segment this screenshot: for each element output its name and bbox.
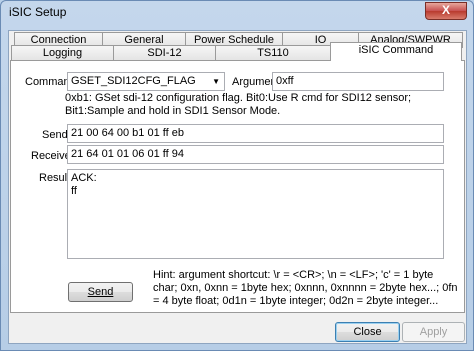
- tab-ts110[interactable]: TS110: [215, 45, 331, 61]
- receive-field[interactable]: 21 64 01 01 06 01 ff 94: [67, 145, 444, 164]
- tab-logging[interactable]: Logging: [11, 45, 114, 61]
- window-close-button[interactable]: X: [425, 2, 467, 20]
- send-label: Send: [42, 129, 68, 141]
- argument-hint: Hint: argument shortcut: \r = <CR>; \n =…: [153, 269, 458, 307]
- argument-input[interactable]: 0xff: [272, 72, 444, 91]
- tab-isic-command[interactable]: iSIC Command: [330, 42, 462, 61]
- send-field[interactable]: 21 00 64 00 b1 01 ff eb: [67, 124, 444, 143]
- receive-label: Receive: [31, 150, 71, 162]
- command-combobox[interactable]: GSET_SDI12CFG_FLAG ▼: [67, 72, 225, 91]
- chevron-down-icon[interactable]: ▼: [212, 75, 220, 88]
- dialog-window: iSIC Setup X Connection General Power Sc…: [0, 0, 474, 351]
- apply-button[interactable]: Apply: [402, 322, 465, 342]
- result-label: Result: [39, 172, 71, 184]
- command-description: 0xb1: GSet sdi-12 configuration flag. Bi…: [65, 92, 412, 117]
- title-bar: iSIC Setup X: [1, 1, 473, 23]
- result-textarea[interactable]: ACK: ff: [67, 169, 444, 259]
- window-title: iSIC Setup: [9, 5, 67, 19]
- command-value: GSET_SDI12CFG_FLAG: [71, 75, 196, 87]
- tab-sdi-12[interactable]: SDI-12: [113, 45, 216, 61]
- send-button[interactable]: Send: [68, 282, 133, 302]
- close-button[interactable]: Close: [335, 322, 400, 342]
- send-button-label: Send: [87, 286, 114, 298]
- isic-command-panel: Command GSET_SDI12CFG_FLAG ▼ Argument 0x…: [10, 60, 465, 313]
